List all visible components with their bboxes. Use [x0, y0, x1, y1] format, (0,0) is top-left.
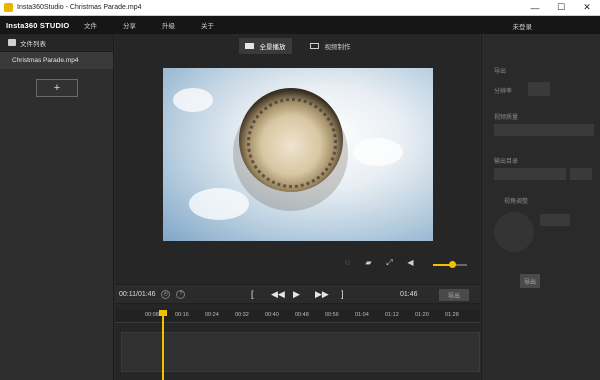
resolution-field[interactable]: [528, 82, 550, 96]
menu-share[interactable]: 分享: [123, 20, 136, 30]
duration-time: 01:46: [400, 291, 418, 298]
preview-controls: ◌ ▰ ⤢ ◀: [343, 258, 415, 267]
help-icon[interactable]: ?: [176, 289, 186, 299]
window-titlebar: Insta360Studio - Christmas Parade.mp4 — …: [0, 0, 600, 16]
cloud-shape: [353, 138, 403, 166]
view-dial[interactable]: [494, 212, 534, 252]
output-dir-field[interactable]: [494, 168, 566, 180]
center-area: 全景播放 视频制作 ◌ ▰ ⤢ ◀ 00:11/01:46 ◴ ? [ ◀◀ ▶…: [115, 34, 480, 380]
tab-video-label: 视频制作: [324, 44, 351, 51]
tab-panorama-label: 全景播放: [259, 44, 286, 51]
menu-file[interactable]: 文件: [84, 20, 97, 30]
view-adjust-field[interactable]: [540, 214, 570, 226]
timeline-tick-label: 00:24: [205, 312, 219, 318]
view-adjust-label: 视角调整: [504, 199, 529, 205]
app-brand: Insta360 STUDIO: [6, 20, 70, 30]
file-list-header: 文件列表: [0, 34, 113, 52]
maximize-button[interactable]: ☐: [548, 0, 574, 16]
prev-frame-button[interactable]: ◀◀: [271, 289, 285, 300]
snapshot-icon[interactable]: ▰: [364, 258, 373, 267]
timeline-tick-label: 01:04: [355, 312, 369, 318]
export-section-label: 导出: [494, 69, 507, 75]
file-list-item[interactable]: Christmas Parade.mp4: [0, 52, 113, 69]
menu-upgrade[interactable]: 升级: [162, 20, 175, 30]
current-time: 00:11/01:46: [119, 290, 156, 298]
login-status[interactable]: 未登录: [513, 21, 533, 31]
playhead-line[interactable]: [162, 314, 164, 380]
timeline-track[interactable]: [121, 332, 480, 372]
timeline-tick-label: 00:32: [235, 312, 249, 318]
folder-icon: [8, 39, 16, 46]
transport-bar: 00:11/01:46 ◴ ? [ ◀◀ ▶ ▶▶ ] 01:46 导出: [115, 284, 480, 304]
timeline-tick-label: 01:12: [385, 312, 399, 318]
menu-bar: Insta360 STUDIO 文件 分享 升级 关于 未登录: [0, 16, 600, 34]
timeline-tick-label: 01:28: [445, 312, 459, 318]
timeline-tick-label: 00:08: [145, 312, 159, 318]
speed-icon[interactable]: ◴: [161, 289, 171, 299]
window-title: Insta360Studio - Christmas Parade.mp4: [17, 4, 142, 11]
play-button[interactable]: ▶: [293, 289, 300, 300]
mark-in-button[interactable]: [: [251, 289, 254, 299]
close-button[interactable]: ✕: [574, 0, 600, 16]
cloud-shape: [173, 88, 213, 112]
file-list-title: 文件列表: [20, 40, 46, 48]
export-button[interactable]: 导出: [439, 289, 469, 301]
timeline-tick-label: 01:20: [415, 312, 429, 318]
panorama-icon: [244, 43, 254, 49]
window-controls: — ☐ ✕: [522, 0, 600, 16]
tab-video-make[interactable]: 视频制作: [304, 38, 357, 54]
volume-knob[interactable]: [448, 261, 456, 268]
panel-export-button[interactable]: 导出: [520, 274, 540, 288]
add-file-button[interactable]: +: [36, 79, 78, 97]
timeline-ruler[interactable]: 00:08 00:16 00:24 00:32 00:40 00:48 00:56 01:04…: [115, 309, 480, 323]
right-settings-panel: 导出 分辨率 视频质量 输出目录 视角调整 导出: [481, 34, 600, 380]
volume-slider[interactable]: [433, 261, 467, 268]
timeline-tick-label: 00:40: [265, 312, 279, 318]
browse-button[interactable]: [570, 168, 592, 180]
gyro-icon[interactable]: ◌: [343, 258, 352, 267]
mode-tabs: 全景播放 视频制作: [115, 34, 480, 58]
next-frame-button[interactable]: ▶▶: [315, 289, 329, 300]
menu-about[interactable]: 关于: [201, 20, 214, 30]
app-logo-icon: [4, 3, 13, 12]
fullscreen-icon[interactable]: ⤢: [385, 258, 394, 267]
minimize-button[interactable]: —: [522, 0, 548, 16]
output-dir-label: 输出目录: [494, 159, 519, 165]
timeline-tick-label: 00:56: [325, 312, 339, 318]
timeline-tick-label: 00:48: [295, 312, 309, 318]
video-icon: [309, 43, 319, 49]
quality-label: 视频质量: [494, 115, 519, 121]
file-list-sidebar: 文件列表 Christmas Parade.mp4 +: [0, 34, 114, 380]
quality-dropdown[interactable]: [494, 124, 594, 136]
resolution-label: 分辨率: [494, 89, 513, 95]
planet-ring: [247, 98, 337, 188]
timeline-tick-label: 00:16: [175, 312, 189, 318]
mark-out-button[interactable]: ]: [341, 289, 344, 299]
volume-icon[interactable]: ◀: [406, 258, 415, 267]
cloud-shape: [189, 188, 249, 220]
tab-panorama-play[interactable]: 全景播放: [238, 38, 292, 54]
video-preview[interactable]: [163, 68, 433, 241]
